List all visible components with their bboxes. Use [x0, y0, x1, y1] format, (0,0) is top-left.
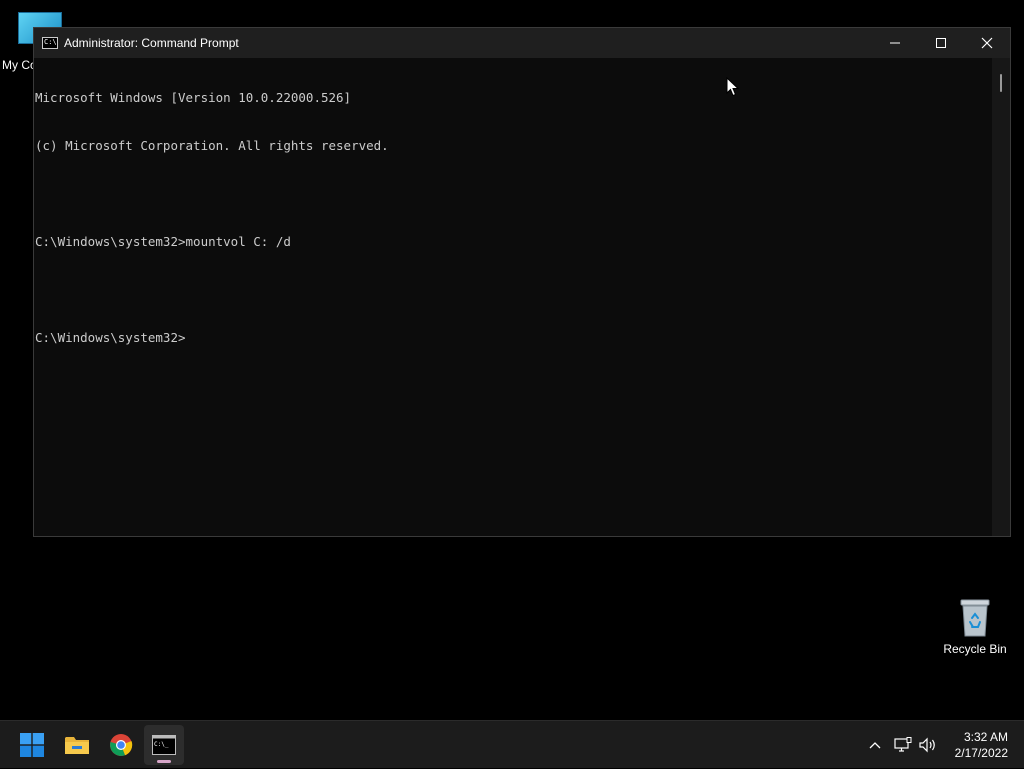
console-line: Microsoft Windows [Version 10.0.22000.52… — [35, 90, 352, 105]
taskbar-clock[interactable]: 3:32 AM 2/17/2022 — [955, 729, 1008, 761]
start-button[interactable] — [12, 725, 52, 765]
clock-date: 2/17/2022 — [954, 746, 1008, 760]
maximize-icon — [936, 38, 946, 48]
window-controls — [872, 28, 1010, 58]
cmd-icon: C:\ — [42, 37, 58, 49]
active-app-indicator — [157, 760, 171, 763]
window-title: Administrator: Command Prompt — [64, 36, 239, 50]
clock-time: 3:32 AM — [963, 730, 1008, 744]
vertical-scrollbar[interactable] — [992, 58, 1010, 536]
chrome-icon — [110, 734, 133, 756]
file-explorer-button[interactable] — [57, 725, 97, 765]
show-hidden-icons-button[interactable] — [864, 721, 886, 769]
recycle-bin-icon — [958, 598, 992, 638]
network-icon — [894, 737, 912, 752]
chevron-up-icon — [869, 742, 881, 749]
console-prompt-line[interactable]: C:\Windows\system32> — [34, 330, 992, 346]
window-titlebar[interactable]: C:\ Administrator: Command Prompt — [34, 28, 1010, 58]
svg-text:C:\_: C:\_ — [154, 741, 169, 748]
desktop-icon-label: My Co — [2, 58, 37, 72]
command-prompt-taskbar-button[interactable]: C:\_ — [144, 725, 184, 765]
command-prompt-window[interactable]: C:\ Administrator: Command Prompt Micros… — [33, 27, 1011, 537]
close-icon — [981, 37, 993, 49]
mouse-pointer-icon — [726, 76, 740, 102]
desktop-icon-label: Recycle Bin — [943, 642, 1007, 656]
maximize-button[interactable] — [918, 28, 964, 58]
volume-button[interactable] — [917, 721, 939, 769]
console-output[interactable]: Microsoft Windows [Version 10.0.22000.52… — [34, 58, 992, 536]
minimize-button[interactable] — [872, 28, 918, 58]
folder-icon — [65, 737, 89, 754]
scrollbar-thumb[interactable] — [1000, 74, 1002, 92]
chrome-button[interactable] — [101, 725, 141, 765]
minimize-icon — [890, 42, 900, 44]
network-button[interactable] — [892, 721, 914, 769]
cmd-icon: C:\_ — [152, 735, 176, 755]
volume-icon — [919, 737, 935, 753]
close-button[interactable] — [964, 28, 1010, 58]
desktop-icon-recycle-bin[interactable]: Recycle Bin — [940, 596, 1010, 656]
console-line: (c) Microsoft Corporation. All rights re… — [35, 138, 389, 153]
taskbar: C:\_ 3:32 AM 2/17/2022 — [0, 720, 1024, 768]
windows-logo-icon — [20, 733, 44, 757]
console-line: C:\Windows\system32>mountvol C: /d — [35, 234, 291, 249]
